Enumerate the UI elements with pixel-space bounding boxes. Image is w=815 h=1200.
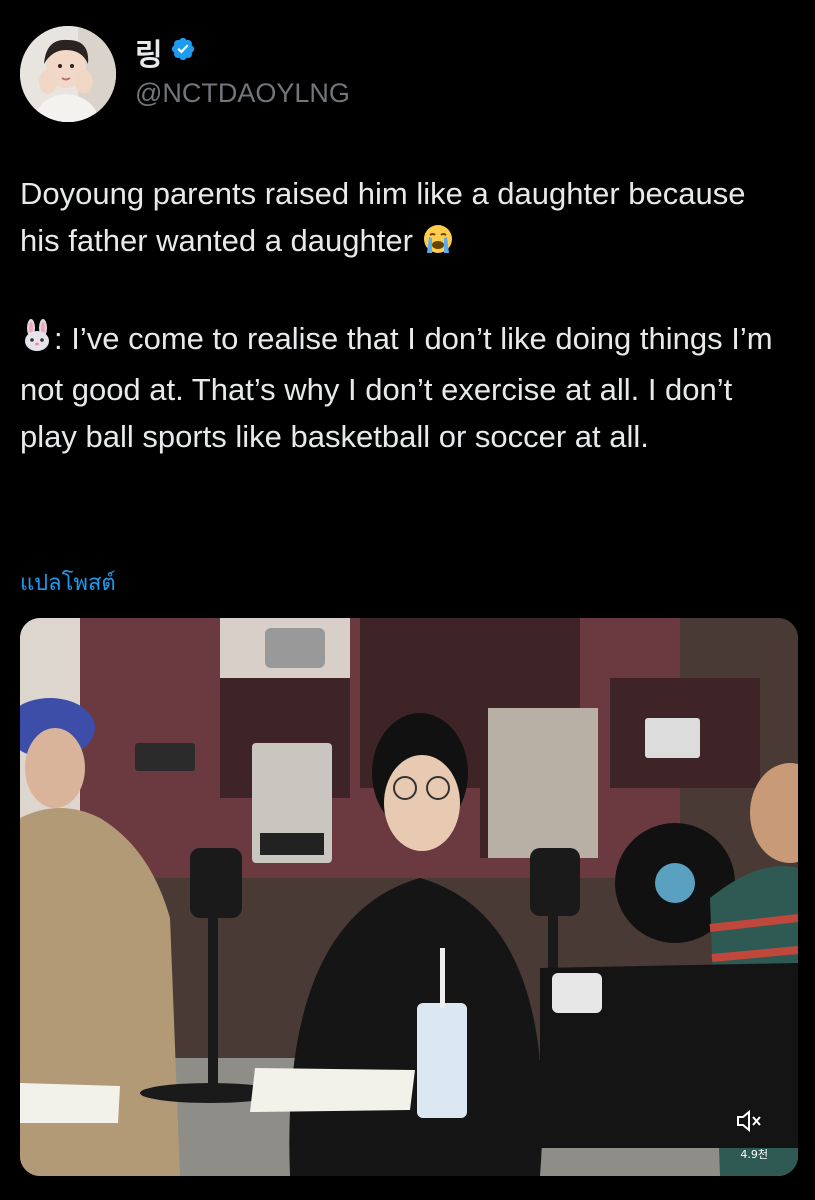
mute-toggle-icon[interactable] xyxy=(734,1106,764,1136)
translate-post-link[interactable]: แปลโพสต์ xyxy=(20,565,116,600)
author-handle[interactable]: @NCTDAOYLNG xyxy=(135,78,350,109)
tweet-video[interactable]: 4.9천 xyxy=(20,618,798,1176)
tweet-paragraph-1: Doyoung parents raised him like a daught… xyxy=(20,170,790,268)
author-display-name[interactable]: 링 xyxy=(135,30,163,74)
video-frame xyxy=(20,618,798,1176)
avatar-image xyxy=(20,26,116,122)
tweet-line-1: Doyoung parents raised him like a daught… xyxy=(20,176,746,258)
tweet-quote-text: : I’ve come to realise that I don’t like… xyxy=(20,321,773,454)
video-view-count: 4.9천 xyxy=(740,1148,768,1161)
tweet-paragraph-2: : I’ve come to realise that I don’t like… xyxy=(20,315,790,460)
author-avatar[interactable] xyxy=(20,26,116,122)
tweet-body: Doyoung parents raised him like a daught… xyxy=(20,170,790,460)
loudly-crying-face-icon xyxy=(422,221,454,268)
verified-badge-icon xyxy=(171,37,195,61)
rabbit-face-icon xyxy=(20,319,54,366)
